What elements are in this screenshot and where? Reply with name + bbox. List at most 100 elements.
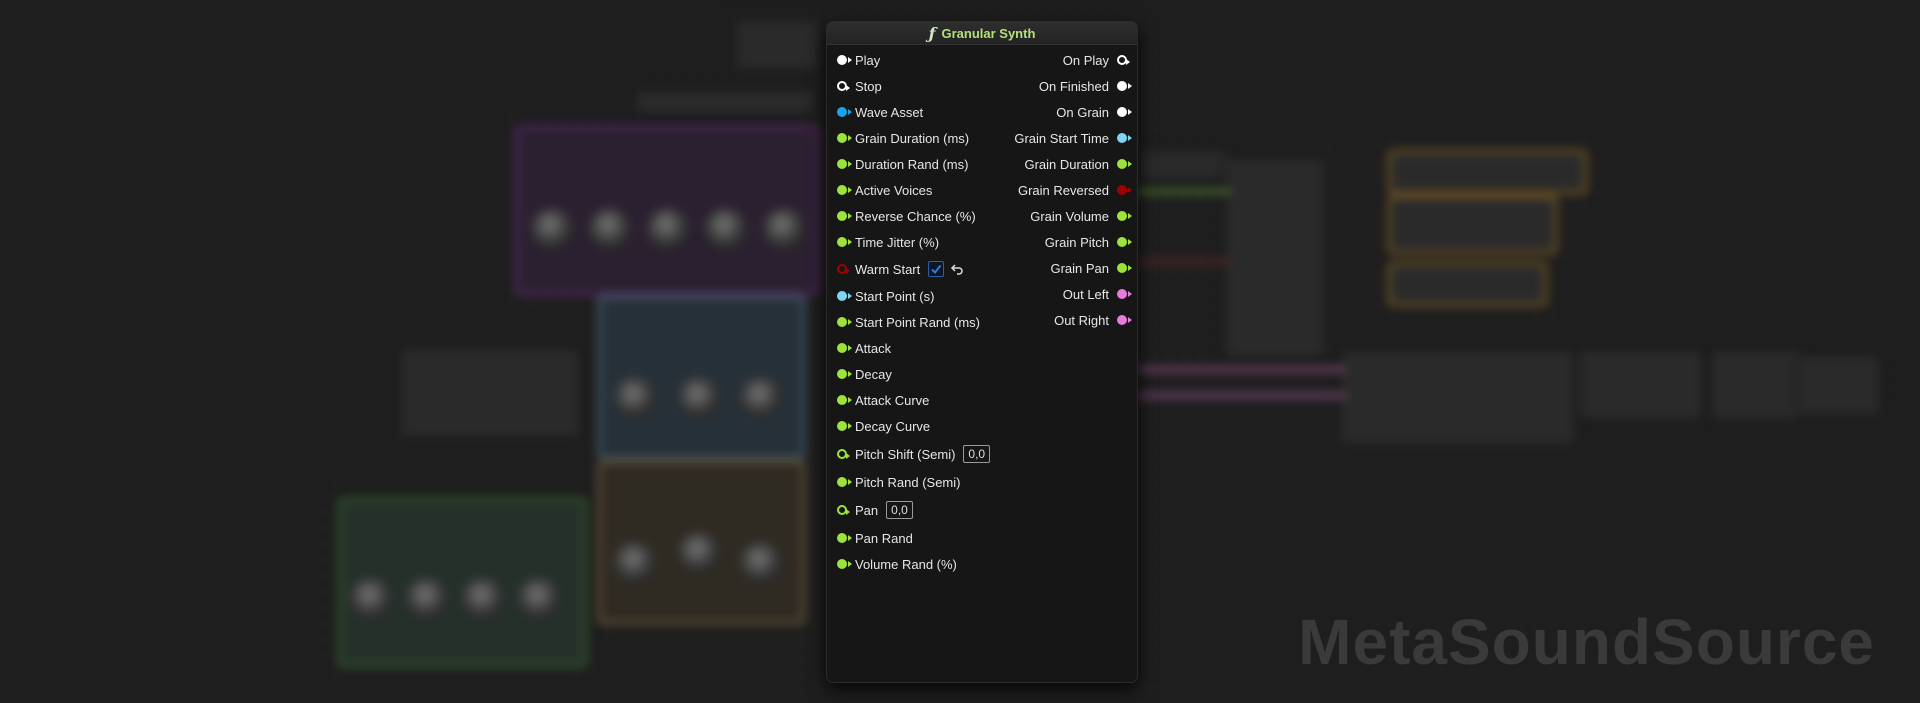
pin-label: On Grain <box>1056 104 1109 120</box>
bg-node-audio-3[interactable] <box>1710 350 1805 420</box>
bg-node-top-wide[interactable] <box>635 90 815 114</box>
bg-node-right-1[interactable] <box>1140 150 1230 180</box>
input-pin-reverse-chance[interactable]: Reverse Chance (%) <box>837 206 976 226</box>
input-pin-time-jitter[interactable]: Time Jitter (%) <box>837 232 939 252</box>
output-pin-grain-pitch[interactable]: Grain Pitch <box>1044 232 1132 252</box>
pin-label: Time Jitter (%) <box>855 234 940 250</box>
bg-node-right-2[interactable] <box>1225 158 1325 358</box>
float-pin-icon[interactable] <box>837 211 852 221</box>
output-pin-out-right[interactable]: Out Right <box>1054 310 1132 330</box>
float-pin-icon[interactable] <box>837 159 852 169</box>
bg-node-audio-1[interactable] <box>1340 350 1575 445</box>
float-pin-icon[interactable] <box>837 477 852 487</box>
input-pin-pitch-rand-semi[interactable]: Pitch Rand (Semi) <box>837 472 960 492</box>
input-pin-attack[interactable]: Attack <box>837 338 891 358</box>
granular-synth-node[interactable]: ƒ Granular Synth Play Stop Wave Asset Grain… <box>826 21 1138 683</box>
float-pin-icon[interactable] <box>837 185 852 195</box>
float-pin-icon[interactable] <box>1117 237 1132 247</box>
pin-default-value-input[interactable]: 0,0 <box>963 445 991 463</box>
float-pin-icon[interactable] <box>837 317 852 327</box>
float-pin-icon[interactable] <box>837 559 852 569</box>
float-pin-icon[interactable] <box>837 505 850 515</box>
float-pin-icon[interactable] <box>837 533 852 543</box>
trigger-pin-icon[interactable] <box>837 81 850 91</box>
float-pin-icon[interactable] <box>837 449 850 459</box>
node-header[interactable]: ƒ Granular Synth <box>827 22 1137 45</box>
float-pin-icon[interactable] <box>837 369 852 379</box>
pin-label: Grain Volume <box>1030 208 1109 224</box>
bg-node-audio-4[interactable] <box>1800 355 1880 415</box>
input-pin-warm-start[interactable]: Warm Start <box>837 259 964 279</box>
bg-node-orange-1[interactable] <box>1388 150 1587 194</box>
pin-label: Reverse Chance (%) <box>855 208 976 224</box>
bg-node-top[interactable] <box>735 20 820 70</box>
input-pin-wave-asset[interactable]: Wave Asset <box>837 102 923 122</box>
input-pin-grain-duration-ms[interactable]: Grain Duration (ms) <box>837 128 969 148</box>
input-pin-pitch-shift-semi[interactable]: Pitch Shift (Semi) 0,0 <box>837 444 991 464</box>
pin-label: Grain Pan <box>1050 260 1109 276</box>
output-pin-on-grain[interactable]: On Grain <box>1056 102 1132 122</box>
bg-wire-audio <box>1136 394 1346 397</box>
bg-node-orange-3[interactable] <box>1388 262 1547 306</box>
float-pin-icon[interactable] <box>1117 211 1132 221</box>
time-pin-icon[interactable] <box>837 291 852 301</box>
pin-label: Grain Duration (ms) <box>855 130 970 146</box>
bool-pin-icon[interactable] <box>1117 185 1132 195</box>
input-pin-start-point-rand-ms[interactable]: Start Point Rand (ms) <box>837 312 980 332</box>
float-pin-icon[interactable] <box>837 395 852 405</box>
bg-node-green[interactable] <box>338 498 587 667</box>
object-pin-icon[interactable] <box>837 107 852 117</box>
input-pin-stop[interactable]: Stop <box>837 76 882 96</box>
input-pin-pan-rand[interactable]: Pan Rand <box>837 528 913 548</box>
audio-pin-icon[interactable] <box>1117 315 1132 325</box>
bg-node-purple[interactable] <box>515 126 819 295</box>
bg-node-audio-2[interactable] <box>1578 350 1703 420</box>
float-pin-icon[interactable] <box>837 343 852 353</box>
input-pin-duration-rand-ms[interactable]: Duration Rand (ms) <box>837 154 968 174</box>
pin-label: Grain Duration <box>1024 156 1109 172</box>
bool-pin-icon[interactable] <box>837 264 850 274</box>
bg-node-small-left[interactable] <box>400 348 580 438</box>
output-pin-out-left[interactable]: Out Left <box>1063 284 1132 304</box>
pin-default-value-input[interactable]: 0,0 <box>886 501 913 519</box>
trigger-pin-icon[interactable] <box>837 55 852 65</box>
input-pin-play[interactable]: Play <box>837 50 880 70</box>
input-pin-volume-rand[interactable]: Volume Rand (%) <box>837 554 957 574</box>
float-pin-icon[interactable] <box>837 133 852 143</box>
input-pin-decay-curve[interactable]: Decay Curve <box>837 416 930 436</box>
output-pin-on-play[interactable]: On Play <box>1063 50 1130 70</box>
pin-label: Decay <box>855 366 892 382</box>
output-pin-on-finished[interactable]: On Finished <box>1038 76 1132 96</box>
bg-node-blue[interactable] <box>598 295 805 459</box>
bg-node-orange-2[interactable] <box>1388 195 1557 254</box>
reset-to-default-icon[interactable] <box>950 262 964 276</box>
input-pin-pan[interactable]: Pan 0,0 <box>837 500 913 520</box>
output-pin-grain-duration[interactable]: Grain Duration <box>1024 154 1132 174</box>
input-pin-attack-curve[interactable]: Attack Curve <box>837 390 929 410</box>
float-pin-icon[interactable] <box>1117 159 1132 169</box>
time-pin-icon[interactable] <box>1117 133 1132 143</box>
trigger-pin-icon[interactable] <box>1117 55 1130 65</box>
output-pin-grain-volume[interactable]: Grain Volume <box>1030 206 1132 226</box>
float-pin-icon[interactable] <box>837 421 852 431</box>
pin-label: Grain Pitch <box>1044 234 1109 250</box>
pin-label: Start Point (s) <box>855 288 935 304</box>
trigger-pin-icon[interactable] <box>1117 81 1132 91</box>
output-pin-grain-reversed[interactable]: Grain Reversed <box>1018 180 1132 200</box>
input-pin-start-point-s[interactable]: Start Point (s) <box>837 286 934 306</box>
float-pin-icon[interactable] <box>837 237 852 247</box>
bg-wire-audio <box>1136 368 1346 371</box>
pin-label: Pan Rand <box>855 530 913 546</box>
audio-pin-icon[interactable] <box>1117 289 1132 299</box>
float-pin-icon[interactable] <box>1117 263 1132 273</box>
pin-label: Duration Rand (ms) <box>855 156 969 172</box>
output-pin-grain-start-time[interactable]: Grain Start Time <box>1014 128 1132 148</box>
output-pin-grain-pan[interactable]: Grain Pan <box>1050 258 1132 278</box>
pin-label: Pitch Shift (Semi) <box>855 446 956 462</box>
trigger-pin-icon[interactable] <box>1117 107 1132 117</box>
input-pin-decay[interactable]: Decay <box>837 364 892 384</box>
pin-label: On Finished <box>1038 78 1109 94</box>
bg-node-tan[interactable] <box>598 460 805 624</box>
pin-default-checkbox[interactable] <box>928 261 945 277</box>
input-pin-active-voices[interactable]: Active Voices <box>837 180 932 200</box>
